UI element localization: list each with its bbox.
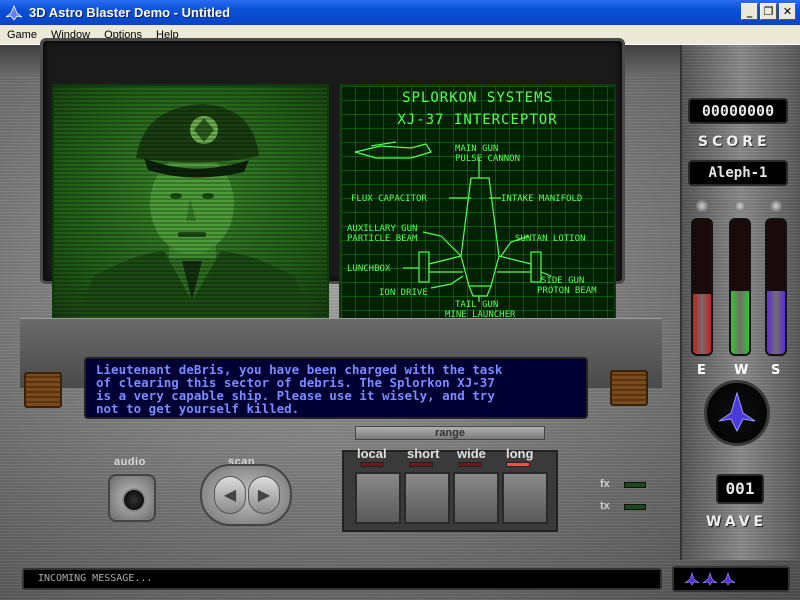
range-button-long[interactable] [502, 472, 548, 524]
message-line-4: not to get yourself killed. [96, 401, 300, 416]
label-side-gun: SIDE GUN [541, 276, 585, 286]
scan-control: ◀ ▶ [200, 464, 292, 526]
score-label: SCORE [698, 134, 771, 150]
maximize-button[interactable]: ❐ [760, 3, 777, 20]
status-bar: INCOMING MESSAGE... [22, 568, 662, 590]
label-proton-beam: PROTON BEAM [537, 286, 597, 296]
label-ion-drive: ION DRIVE [379, 288, 428, 298]
range-button-wide[interactable] [453, 472, 499, 524]
minimize-button[interactable]: _ [741, 3, 758, 20]
fx-indicator [624, 482, 646, 488]
officer-image [54, 86, 327, 320]
label-intake-manifold: INTAKE MANIFOLD [501, 194, 583, 204]
gauge-label-w: W [734, 363, 749, 378]
life-ship-icon [720, 572, 736, 586]
label-pulse-cannon: PULSE CANNON [455, 154, 521, 164]
range-label-wide: wide [457, 446, 486, 461]
commander-portrait [52, 84, 329, 322]
range-led-short [409, 462, 433, 467]
wave-label: WAVE [706, 514, 768, 530]
weapons-knob [734, 200, 746, 212]
weapons-gauge [729, 218, 751, 356]
weapons-gauge-fill [731, 291, 749, 354]
range-title: range [355, 426, 545, 440]
range-led-local [360, 462, 384, 467]
label-lunchbox: LUNCHBOX [347, 264, 391, 274]
left-speaker-grille [24, 372, 62, 408]
life-ship-icon [702, 572, 718, 586]
label-auxiliary-gun: AUXILLARY GUN [347, 224, 418, 234]
energy-gauge-fill [693, 293, 711, 354]
lives-display [672, 566, 790, 592]
tx-label: tx [600, 500, 610, 512]
range-led-wide [458, 462, 482, 467]
range-button-local[interactable] [355, 472, 401, 524]
range-led-long [506, 462, 530, 467]
menu-game[interactable]: Game [0, 29, 44, 41]
label-main-gun: MAIN GUN [455, 144, 499, 154]
energy-gauge [691, 218, 713, 356]
pilot-name-display: Aleph-1 [688, 160, 788, 186]
range-label-local: local [357, 446, 387, 461]
label-tail-gun: TAIL GUN [455, 300, 499, 310]
window-title: 3D Astro Blaster Demo - Untitled [29, 5, 231, 20]
shields-gauge [765, 218, 787, 356]
briefing-message: Lieutenant deBris, you have been charged… [84, 357, 588, 419]
player-ship-icon [718, 391, 756, 433]
right-speaker-grille [610, 370, 648, 406]
label-flux-capacitor: FLUX CAPACITOR [351, 194, 427, 204]
range-label-short: short [407, 446, 440, 461]
scan-right-button[interactable]: ▶ [248, 476, 280, 514]
fx-label: fx [600, 478, 610, 490]
energy-knob [696, 200, 708, 212]
ship-blueprint-screen: SPLORKON SYSTEMS XJ-37 INTERCEPTOR MAIN … [339, 84, 616, 322]
wave-display: 001 [716, 474, 764, 504]
life-ship-icon [684, 572, 700, 586]
tx-indicator [624, 504, 646, 510]
range-button-short[interactable] [404, 472, 450, 524]
ship-radar [704, 380, 770, 446]
shields-knob [770, 200, 782, 212]
close-button[interactable]: ✕ [779, 3, 796, 20]
spaceship-app-icon [5, 4, 23, 21]
label-suntan-lotion: SUNTAN LOTION [515, 234, 586, 244]
gauge-label-s: S [771, 363, 781, 378]
audio-toggle-button[interactable] [108, 474, 156, 522]
range-label-long: long [506, 446, 534, 461]
scan-left-button[interactable]: ◀ [214, 476, 246, 514]
score-display: 00000000 [688, 98, 788, 124]
shields-gauge-fill [767, 291, 785, 354]
label-particle-beam: PARTICLE BEAM [347, 234, 418, 244]
gauge-label-e: E [697, 363, 706, 378]
window-title-bar: 3D Astro Blaster Demo - Untitled _ ❐ ✕ [0, 0, 800, 25]
audio-label: audio [114, 456, 146, 468]
